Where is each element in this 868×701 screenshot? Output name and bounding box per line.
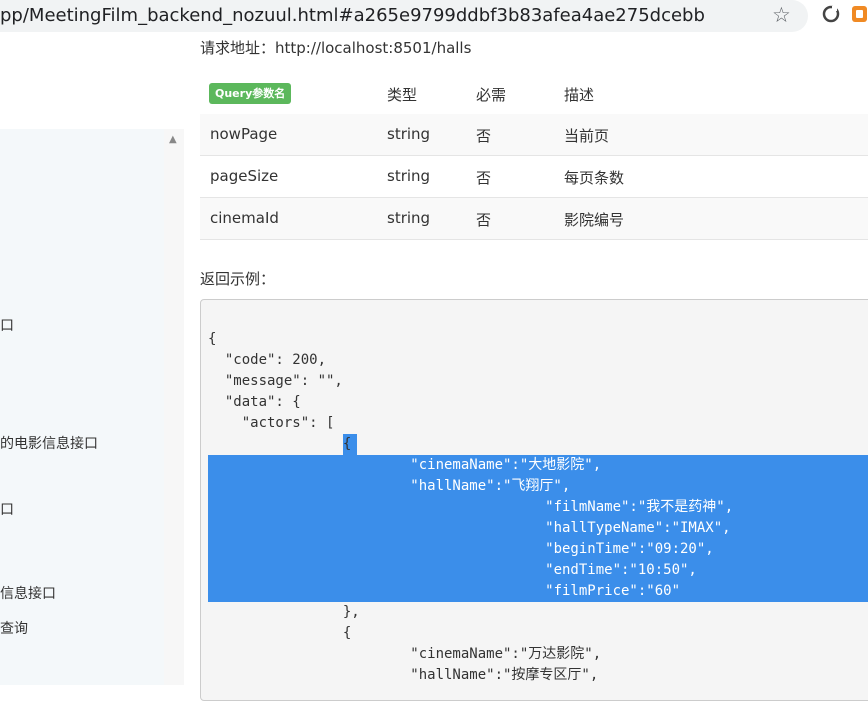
code-line: "hallName":"按摩专区厅", [208, 667, 599, 683]
column-header-required: 必需 [476, 86, 507, 104]
address-bar[interactable]: pp/MeetingFilm_backend_nozuul.html#a265e… [0, 0, 808, 32]
param-name: pageSize [210, 167, 279, 185]
query-param-badge: Query参数名 [209, 83, 292, 104]
param-type: string [387, 167, 431, 185]
param-name: nowPage [210, 125, 278, 143]
param-type: string [387, 125, 431, 143]
code-line: "message": "", [208, 373, 343, 389]
code-line: "code": 200, [208, 352, 327, 368]
code-line: "filmPrice":"60" [208, 581, 681, 602]
column-header-type: 类型 [387, 86, 418, 104]
code-line: "cinemaName":"大地影院", [208, 455, 602, 476]
response-example-label: 返回示例： [200, 270, 276, 288]
code-line: { [208, 625, 352, 641]
sidebar-item[interactable]: 的电影信息接口 [0, 433, 98, 453]
code-line: "actors": [ [208, 415, 335, 431]
param-required: 否 [476, 211, 492, 229]
request-url: 请求地址：http://localhost:8501/halls [200, 39, 472, 57]
sidebar-item[interactable]: 口 [0, 315, 14, 335]
code-line: }, [208, 604, 360, 620]
code-line: "beginTime":"09:20", [208, 539, 714, 560]
param-description: 影院编号 [564, 211, 625, 229]
sidebar-item[interactable]: 查询 [0, 618, 28, 638]
sidebar-item[interactable]: 信息接口 [0, 583, 56, 603]
param-description: 当前页 [564, 127, 610, 145]
param-required: 否 [476, 169, 492, 187]
table-row [200, 198, 868, 240]
param-description: 每页条数 [564, 169, 625, 187]
code-line: { [208, 436, 352, 452]
code-line: "hallTypeName":"IMAX", [208, 518, 731, 539]
table-row [200, 156, 868, 198]
param-name: cinemaId [210, 209, 279, 227]
sidebar-scrollbar[interactable] [164, 129, 184, 685]
code-line: "filmName":"我不是药神", [208, 497, 734, 518]
code-line: "cinemaName":"万达影院", [208, 646, 602, 662]
param-required: 否 [476, 127, 492, 145]
extension-fox-icon[interactable] [851, 4, 868, 24]
code-line: { [208, 331, 217, 347]
sidebar-item[interactable]: 口 [0, 499, 14, 519]
url-text[interactable]: pp/MeetingFilm_backend_nozuul.html#a265e… [0, 5, 705, 26]
column-header-description: 描述 [564, 86, 595, 104]
bookmark-star-icon[interactable]: ☆ [772, 3, 791, 27]
extension-icon[interactable] [822, 5, 840, 23]
table-row [200, 114, 868, 156]
scroll-up-arrow-icon[interactable]: ▲ [169, 134, 177, 145]
params-table-header [200, 72, 868, 115]
browser-toolbar: pp/MeetingFilm_backend_nozuul.html#a265e… [0, 0, 868, 34]
code-line: "data": { [208, 394, 301, 410]
code-line: "endTime":"10:50", [208, 560, 697, 581]
param-type: string [387, 209, 431, 227]
code-line: "hallName":"飞翔厅", [208, 476, 571, 497]
